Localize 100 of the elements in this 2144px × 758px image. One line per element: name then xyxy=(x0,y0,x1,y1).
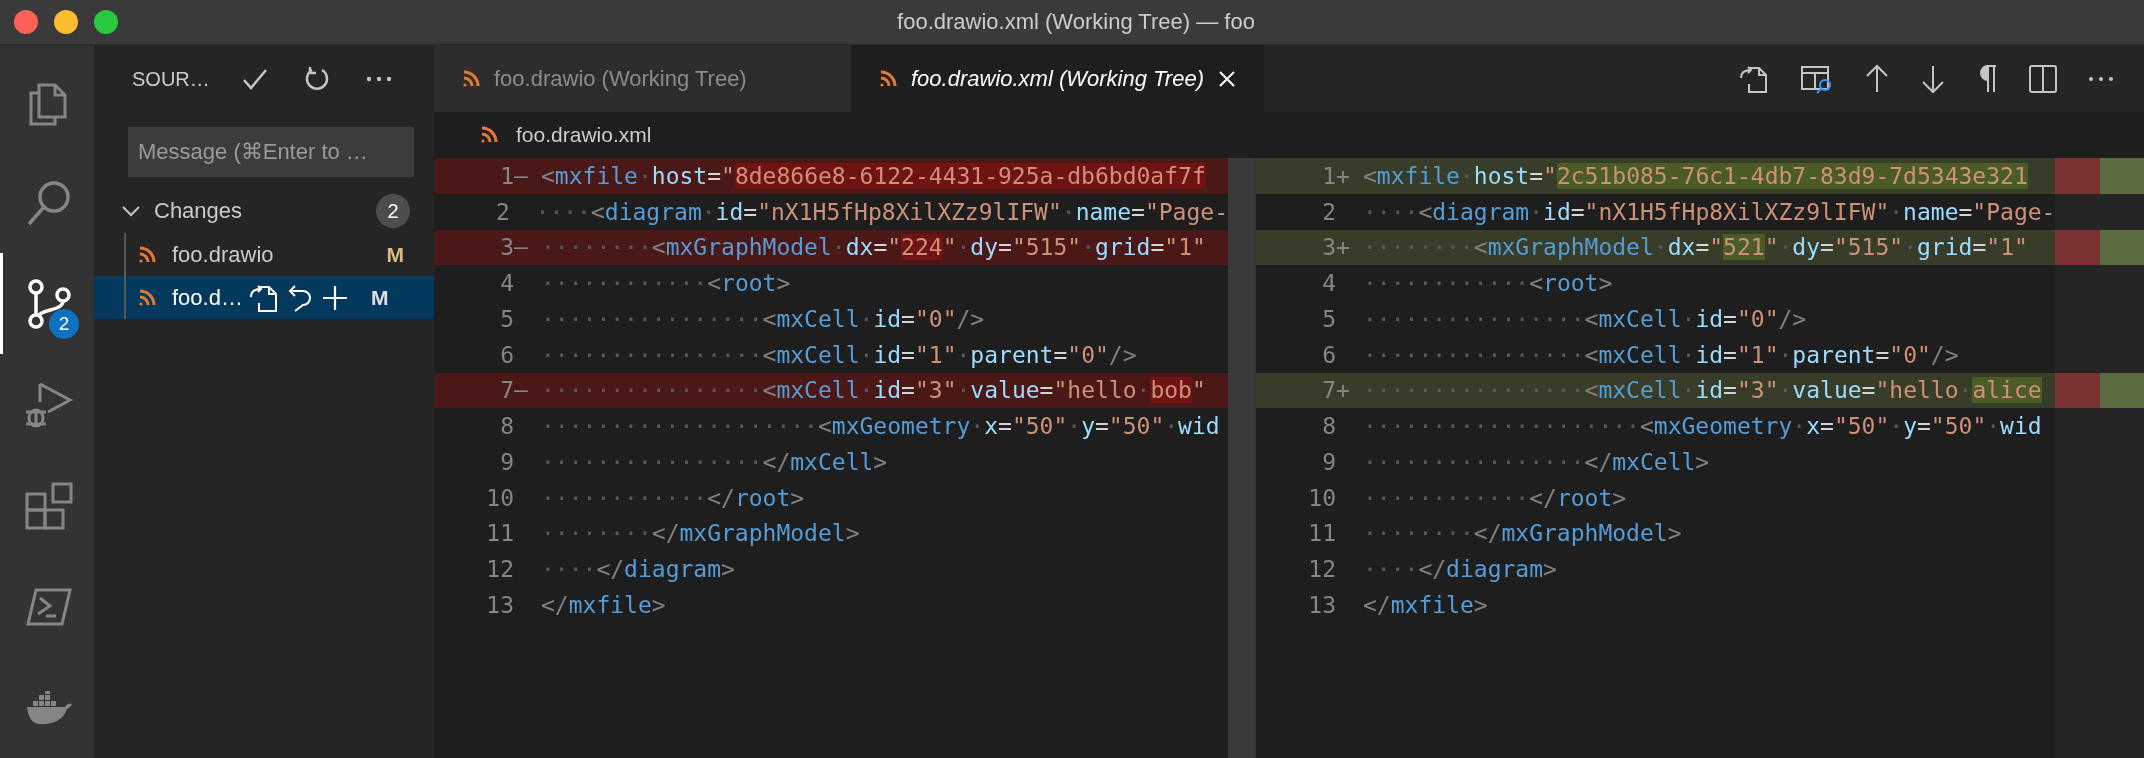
changed-text: 8de866e8-6122-4431-925a-db6bd0af7f xyxy=(734,162,1206,189)
split-editor-icon[interactable] xyxy=(2028,63,2058,94)
attribute-name: id xyxy=(873,341,902,368)
code-token: </ xyxy=(707,484,735,511)
code-token: /> xyxy=(956,305,985,332)
whitespace-dots: ···· xyxy=(1363,198,1419,225)
whitespace-dots: ················ xyxy=(1363,448,1585,475)
line-number: 7 xyxy=(1321,377,1336,404)
attribute-name: id xyxy=(873,377,902,404)
chevron-icon[interactable] xyxy=(122,205,140,217)
code-token: > xyxy=(721,556,735,583)
code-token: > xyxy=(651,591,666,618)
code-token: </ xyxy=(762,448,791,475)
whitespace-dots: · xyxy=(1681,305,1696,332)
count-badge: 2 xyxy=(376,194,410,228)
code-token: > xyxy=(776,270,791,297)
string-value: "Page- xyxy=(1144,198,1228,225)
line-number: 6 xyxy=(1321,341,1336,368)
editor-tab[interactable]: foo.drawio.xml (Working Tree) xyxy=(851,45,1264,112)
whale-icon xyxy=(24,690,73,725)
file-name: foo.d… xyxy=(172,284,243,311)
code-token: < xyxy=(590,198,605,225)
whitespace-dots: · xyxy=(1792,413,1807,440)
code-token: < xyxy=(1418,198,1433,225)
whitespace-dots: ················ xyxy=(1363,341,1585,368)
whitespace-dots: · xyxy=(956,234,971,261)
tag-name: mxCell xyxy=(790,448,874,475)
commit-message-field[interactable]: Message (⌘Enter to … xyxy=(128,127,414,177)
line-number: 9 xyxy=(499,448,514,475)
line-number: 4 xyxy=(1321,270,1336,297)
line-number: 8 xyxy=(1321,413,1336,440)
tab-label: foo.drawio (Working Tree) xyxy=(494,65,747,92)
code-token: = xyxy=(1723,341,1737,368)
attribute-name: name xyxy=(1075,198,1132,225)
code-token: > xyxy=(1695,448,1710,475)
attribute-name: value xyxy=(1792,377,1862,404)
string-value: "1" xyxy=(914,341,957,368)
stage-plus-icon[interactable] xyxy=(320,283,349,312)
changed-file-item[interactable]: foo.d… M xyxy=(94,276,434,319)
attribute-name: x xyxy=(984,413,998,440)
code-token: = xyxy=(998,413,1012,440)
breadcrumb[interactable]: foo.drawio.xml xyxy=(516,123,652,147)
whitespace-dots: ············ xyxy=(1363,484,1530,511)
diff-marker: + xyxy=(1336,234,1350,261)
file-name: foo.drawio xyxy=(172,241,275,268)
tag-name: mxGeometry xyxy=(831,413,971,440)
line-number: 2 xyxy=(495,198,510,225)
tag-name: mxfile xyxy=(1390,591,1474,618)
code-token: = xyxy=(1972,234,1987,261)
diff-marker: — xyxy=(514,377,528,404)
arrow-down-icon[interactable] xyxy=(1920,63,1946,94)
whitespace-dots: · xyxy=(1459,162,1474,189)
whitespace-dots: · xyxy=(1136,377,1151,404)
close-window-button[interactable] xyxy=(14,10,38,34)
attribute-name: id xyxy=(1543,198,1571,225)
whitespace-dots: ················ xyxy=(1363,377,1585,404)
attribute-name: wid xyxy=(1178,413,1220,440)
diff-marker: — xyxy=(514,162,528,189)
line-number: 13 xyxy=(1307,591,1336,618)
editor-tab[interactable]: foo.drawio (Working Tree) xyxy=(434,45,851,112)
panel-title: SOUR… xyxy=(132,67,211,91)
open-file-icon[interactable] xyxy=(248,282,279,313)
whitespace-dots: · xyxy=(1061,198,1076,225)
attribute-name: grid xyxy=(1095,234,1151,261)
code-token: = xyxy=(743,198,758,225)
code-token: = xyxy=(1917,413,1931,440)
line-number: 10 xyxy=(485,484,514,511)
line-number: 13 xyxy=(485,591,514,618)
code-token: < xyxy=(817,413,832,440)
whitespace-dots: · xyxy=(1778,234,1793,261)
string-value: "50" xyxy=(1108,413,1165,440)
zoom-window-button[interactable] xyxy=(94,10,118,34)
close-icon[interactable] xyxy=(1218,69,1236,88)
whitespace-dots: · xyxy=(1986,413,2001,440)
attribute-name: grid xyxy=(1917,234,1973,261)
code-token: = xyxy=(1723,377,1737,404)
line-number: 1 xyxy=(1321,162,1336,189)
scrollbar-thumb[interactable] xyxy=(1228,158,1255,758)
refresh-icon[interactable] xyxy=(304,66,330,92)
more-actions-icon[interactable] xyxy=(366,76,392,82)
changed-text: alice xyxy=(1972,377,2042,404)
branch-icon xyxy=(26,278,71,329)
changed-file-item[interactable]: foo.drawio M xyxy=(94,233,434,276)
attribute-name: id xyxy=(1695,305,1724,332)
changes-group-header[interactable]: Changes 2 xyxy=(94,189,434,233)
line-number: 10 xyxy=(1307,484,1336,511)
count-badge: 2 xyxy=(49,309,79,339)
discard-icon[interactable] xyxy=(286,282,313,313)
whitespace-dots: ············ xyxy=(541,270,708,297)
attribute-name: dx xyxy=(845,234,874,261)
code-token: </ xyxy=(541,591,569,618)
whitespace-dots: ···· xyxy=(541,556,597,583)
string-value: "hello xyxy=(1875,377,1959,404)
arrow-up-icon[interactable] xyxy=(1864,63,1890,94)
string-value: "0" xyxy=(1067,341,1109,368)
code-token: < xyxy=(762,305,777,332)
commit-check-icon[interactable] xyxy=(242,68,268,90)
whitespace-dots: · xyxy=(1958,377,1973,404)
minimize-window-button[interactable] xyxy=(54,10,78,34)
more-actions-icon[interactable] xyxy=(2088,75,2114,82)
